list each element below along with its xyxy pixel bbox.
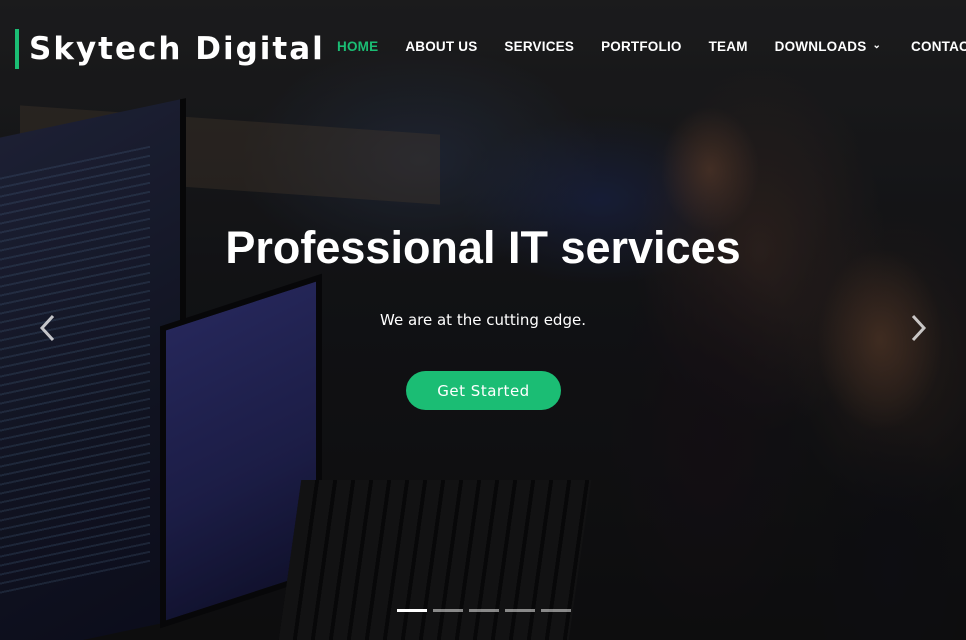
brand-logo[interactable]: Skytech Digital [15,29,325,69]
carousel-indicator[interactable] [433,609,463,612]
hero-subtitle: We are at the cutting edge. [380,311,586,329]
carousel-indicator[interactable] [469,609,499,612]
carousel-indicator[interactable] [505,609,535,612]
site-header: Skytech Digital HOME ABOUT US SERVICES P… [0,0,966,96]
carousel-prev-button[interactable] [30,308,66,348]
carousel-indicators [397,609,571,613]
carousel-next-button[interactable] [900,308,936,348]
hero-carousel: Skytech Digital HOME ABOUT US SERVICES P… [0,0,966,640]
nav-item-portfolio[interactable]: PORTFOLIO [601,39,682,54]
carousel-indicator[interactable] [397,609,427,612]
chevron-right-icon [911,314,927,342]
hero-title: Professional IT services [225,222,741,273]
get-started-button[interactable]: Get Started [406,371,561,410]
nav-item-downloads-label: DOWNLOADS [774,38,867,54]
nav-item-home[interactable]: HOME [337,39,378,54]
carousel-indicator[interactable] [541,609,571,612]
nav-item-services[interactable]: SERVICES [504,39,574,54]
chevron-left-icon [39,314,55,342]
main-nav: HOME ABOUT US SERVICES PORTFOLIO TEAM DO… [337,36,966,56]
nav-item-downloads[interactable]: DOWNLOADS ⌄ [775,39,881,54]
chevron-down-icon: ⌄ [872,40,882,51]
nav-item-team[interactable]: TEAM [709,39,748,54]
nav-item-about-us[interactable]: ABOUT US [405,39,477,54]
nav-item-contact[interactable]: CONTACT [911,39,966,54]
